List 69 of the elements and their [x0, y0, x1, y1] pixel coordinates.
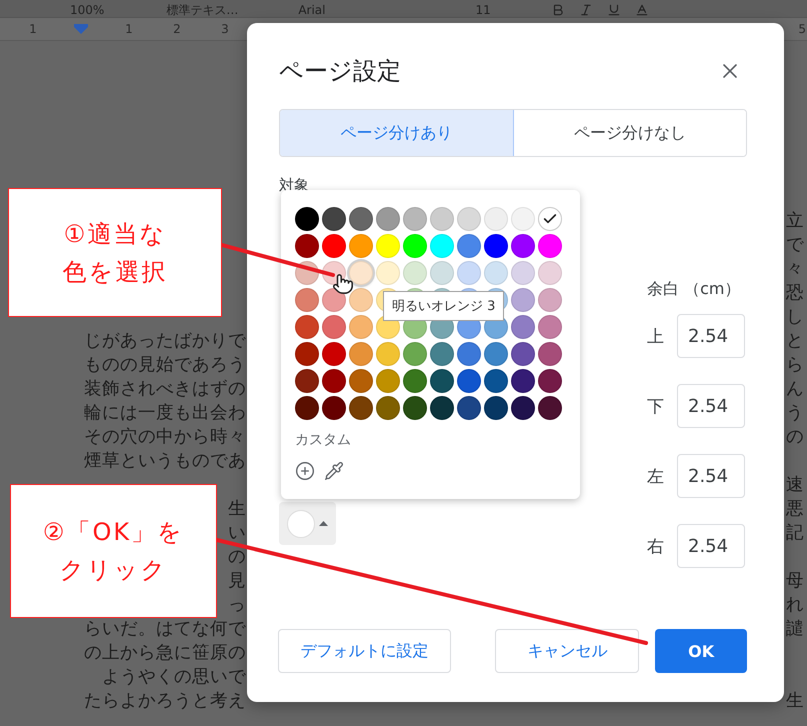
page-mode-tab[interactable]: ページ分けあり: [280, 110, 514, 156]
margin-input[interactable]: 2.54: [677, 314, 745, 358]
document-text: 立: [786, 210, 805, 232]
document-text: ものの見始であろう: [84, 354, 246, 376]
dialog-button[interactable]: デフォルトに設定: [278, 629, 452, 673]
document-text: い: [228, 522, 246, 544]
hand-cursor-icon: [332, 273, 354, 295]
document-text: 煙草というものであ: [84, 450, 246, 472]
add-circle-icon[interactable]: [295, 461, 315, 481]
document-text: たらよかろうと考え: [84, 690, 246, 712]
document-text: の: [786, 426, 805, 448]
margin-label: 左: [647, 466, 665, 488]
ruler-number: 1: [124, 22, 134, 36]
tooltip: 明るいオレンジ 3: [383, 291, 504, 321]
ruler-number: 2: [172, 22, 182, 36]
margin-input[interactable]: 2.54: [677, 384, 745, 428]
page-color-button[interactable]: [279, 502, 336, 545]
document-text: し: [786, 306, 805, 328]
ruler-number: 1: [28, 22, 38, 36]
dialog-button[interactable]: キャンセル: [495, 629, 640, 673]
ruler-number: 3: [220, 22, 230, 36]
document-text: じがあったばかりで: [84, 330, 246, 352]
ruler-number: 5: [798, 22, 806, 36]
document-text: 生: [786, 690, 805, 712]
font-size-field[interactable]: 11: [475, 3, 491, 17]
margin-label: 下: [647, 396, 665, 418]
italic-icon[interactable]: [578, 3, 593, 17]
document-text: 恐: [786, 282, 805, 304]
font-dropdown[interactable]: Arial: [298, 3, 326, 17]
document-text: 速: [786, 474, 805, 496]
margins-heading: 余白 （cm）: [647, 279, 742, 299]
callout-text: ①適当な 色を選択: [62, 218, 168, 288]
eyedropper-icon[interactable]: [324, 461, 344, 481]
margin-label: 右: [647, 536, 665, 558]
document-text: 々: [786, 258, 805, 280]
document-text: 悪: [786, 498, 805, 520]
document-text: 装飾されべきはずの: [84, 378, 246, 400]
document-text: で: [786, 234, 805, 256]
zoom-dropdown[interactable]: 100%: [70, 3, 104, 17]
document-text: の上から急に笹原の: [84, 642, 246, 664]
document-text: っ: [228, 594, 246, 616]
margin-label: 上: [647, 326, 665, 348]
document-text: 譴: [786, 618, 805, 640]
indent-marker-icon[interactable]: [74, 24, 88, 34]
color-swatch[interactable]: [538, 207, 562, 231]
dialog-title: ページ設定: [279, 56, 401, 87]
document-text: れ: [786, 594, 805, 616]
document-text: その穴の中から時々: [84, 426, 246, 448]
document-text: と: [786, 330, 805, 352]
document-text: 生: [228, 498, 246, 520]
document-text: う: [786, 402, 805, 424]
margin-input[interactable]: 2.54: [677, 454, 745, 498]
document-text: の: [228, 546, 246, 568]
margin-input[interactable]: 2.54: [677, 524, 745, 568]
document-text: ようやくの思いで: [102, 666, 246, 688]
document-text: 母: [786, 570, 805, 592]
document-text: ら: [786, 354, 805, 376]
document-text: 見: [228, 570, 246, 592]
ok-button[interactable]: OK: [655, 629, 747, 673]
document-text: ん: [786, 378, 805, 400]
document-text: らいだ。はてな何で: [84, 618, 246, 640]
document-text: 輪には一度も出会わ: [84, 402, 246, 424]
document-text: 記: [786, 522, 805, 544]
underline-icon[interactable]: [606, 3, 621, 17]
custom-label: カスタム: [295, 431, 352, 449]
caret-icon: [319, 521, 328, 526]
text-color-icon[interactable]: [634, 3, 649, 17]
callout-text: ②「OK」を クリック: [42, 517, 184, 586]
style-dropdown[interactable]: 標準テキス…: [166, 3, 238, 17]
